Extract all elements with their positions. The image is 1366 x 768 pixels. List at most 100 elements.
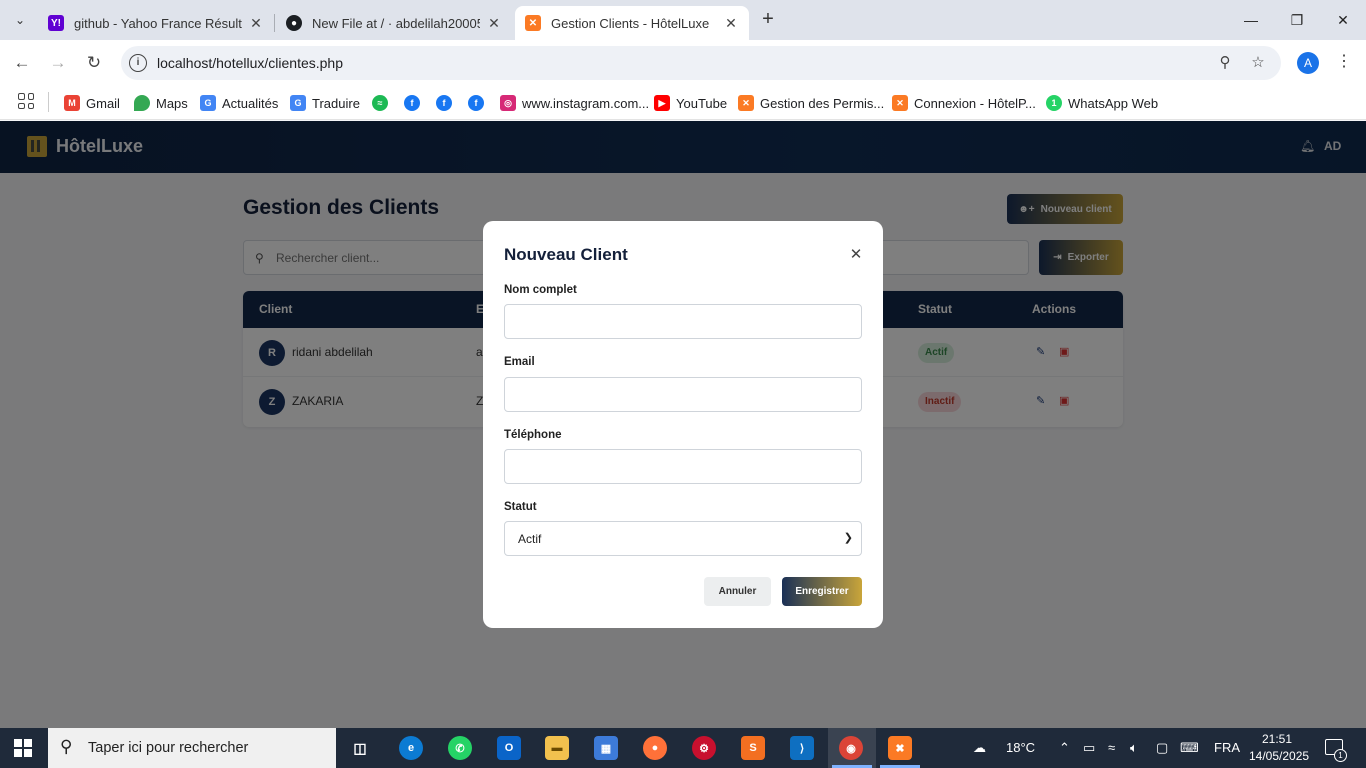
news-icon: G: [200, 95, 216, 111]
bookmark-facebook-1[interactable]: f: [404, 93, 426, 113]
status-select-value: Actif: [518, 532, 542, 546]
tab-yahoo[interactable]: Y! github - Yahoo France Résultats ✕: [38, 6, 274, 40]
chevron-up-icon[interactable]: ⌃: [1059, 740, 1070, 756]
new-tab-button[interactable]: +: [756, 8, 780, 32]
restore-button[interactable]: ❐: [1274, 0, 1320, 40]
github-icon: ●: [286, 15, 302, 31]
email-field[interactable]: [504, 377, 862, 412]
bookmark-traduire[interactable]: G Traduire: [290, 93, 360, 113]
vscode-icon[interactable]: ⟩: [790, 736, 814, 760]
tab-gestion-clients[interactable]: ✕ Gestion Clients - HôtelLuxe ✕: [515, 6, 749, 40]
close-icon[interactable]: ✕: [486, 15, 502, 32]
tab-github[interactable]: ● New File at / · abdelilah20005/a ✕: [276, 6, 512, 40]
modal-title: Nouveau Client: [504, 245, 628, 264]
phone-field[interactable]: [504, 449, 862, 484]
facebook-icon: f: [404, 95, 420, 111]
cancel-button[interactable]: Annuler: [704, 577, 771, 606]
outlook-icon[interactable]: O: [497, 736, 521, 760]
browser-menu-icon[interactable]: ⋮: [1336, 52, 1352, 74]
weather-icon[interactable]: ☁: [973, 740, 986, 756]
chevron-down-icon: ⌄: [14, 13, 26, 27]
minimize-button[interactable]: —: [1228, 0, 1274, 40]
close-icon[interactable]: ✕: [723, 15, 739, 32]
status-select[interactable]: Actif ❯: [504, 521, 862, 556]
address-bar[interactable]: i localhost/hotellux/clientes.php ⚲ ☆: [121, 46, 1281, 80]
forward-button[interactable]: →: [46, 51, 70, 75]
bookmark-star-icon[interactable]: ☆: [1248, 53, 1268, 73]
chevron-down-icon: ❯: [843, 532, 853, 544]
name-field[interactable]: [504, 304, 862, 339]
taskbar-search[interactable]: ⚲ Taper ici pour rechercher: [48, 728, 336, 768]
bookmark-maps[interactable]: Maps: [134, 93, 188, 113]
bookmark-instagram[interactable]: ◎ www.instagram.com...: [500, 93, 649, 113]
spotify-icon: ≈: [372, 95, 388, 111]
battery-icon[interactable]: ▭: [1083, 740, 1095, 756]
xampp-icon: ✕: [892, 95, 908, 111]
window-close-button[interactable]: ✕: [1320, 0, 1366, 40]
browser-toolbar: ← → ↻ i localhost/hotellux/clientes.php …: [0, 40, 1366, 86]
chrome-icon[interactable]: ◉: [839, 736, 863, 760]
yahoo-icon: Y!: [48, 15, 64, 31]
tab-strip: ⌄ Y! github - Yahoo France Résultats ✕ ●…: [0, 0, 1366, 40]
maps-icon: [134, 95, 150, 111]
bookmark-gmail[interactable]: M Gmail: [64, 93, 120, 113]
profile-avatar[interactable]: A: [1297, 52, 1319, 74]
tab-search-button[interactable]: ⌄: [6, 8, 34, 32]
bookmark-spotify[interactable]: ≈: [372, 93, 394, 113]
save-button[interactable]: Enregistrer: [782, 577, 862, 606]
app-red-icon[interactable]: ⚙: [692, 736, 716, 760]
close-icon[interactable]: ✕: [248, 15, 264, 32]
file-explorer-icon[interactable]: ▬: [545, 736, 569, 760]
apps-grid-icon[interactable]: [18, 93, 34, 109]
bookmarks-bar: M Gmail Maps G Actualités G Traduire ≈ f f …: [0, 86, 1366, 120]
firefox-icon[interactable]: ●: [643, 736, 667, 760]
xampp-icon[interactable]: ✖: [888, 736, 912, 760]
close-icon[interactable]: ✕: [849, 245, 863, 263]
bookmark-gestion-permis[interactable]: ✕ Gestion des Permis...: [738, 93, 884, 113]
bookmark-facebook-3[interactable]: f: [468, 93, 490, 113]
back-button[interactable]: ←: [10, 51, 34, 75]
temperature[interactable]: 18°C: [1006, 740, 1035, 755]
phone-label: Téléphone: [504, 429, 562, 441]
whatsapp-icon[interactable]: ✆: [448, 736, 472, 760]
search-icon: ⚲: [60, 737, 73, 756]
bookmark-youtube[interactable]: ▶ YouTube: [654, 93, 727, 113]
bookmark-actualites[interactable]: G Actualités: [200, 93, 278, 113]
time: 21:51: [1261, 732, 1293, 746]
edge-icon[interactable]: e: [399, 736, 423, 760]
meet-icon[interactable]: ▢: [1156, 740, 1168, 756]
keyboard-icon[interactable]: ⌨: [1180, 740, 1199, 756]
taskbar: ⚲ Taper ici pour rechercher ◫ e ✆ O ▬ ▦ …: [0, 728, 1366, 768]
new-client-modal: Nouveau Client ✕ Nom complet Email Télép…: [483, 221, 883, 628]
bookmark-whatsapp[interactable]: 1 WhatsApp Web: [1046, 93, 1158, 113]
youtube-icon: ▶: [654, 95, 670, 111]
zoom-icon[interactable]: ⚲: [1215, 53, 1235, 73]
sublime-icon[interactable]: S: [741, 736, 765, 760]
language-indicator[interactable]: FRA: [1214, 740, 1240, 755]
bookmark-connexion[interactable]: ✕ Connexion - HôtelP...: [892, 93, 1036, 113]
facebook-icon: f: [468, 95, 484, 111]
gmail-icon: M: [64, 95, 80, 111]
wifi-icon[interactable]: ≈: [1108, 740, 1115, 755]
xampp-icon: ✕: [738, 95, 754, 111]
store-icon[interactable]: ▦: [594, 736, 618, 760]
volume-icon[interactable]: 🔈︎: [1130, 740, 1138, 756]
date: 14/05/2025: [1249, 749, 1310, 763]
whatsapp-icon: 1: [1046, 95, 1062, 111]
facebook-icon: f: [436, 95, 452, 111]
notification-count: 1: [1334, 749, 1347, 762]
bookmark-facebook-2[interactable]: f: [436, 93, 458, 113]
task-view-icon[interactable]: ◫: [348, 736, 372, 760]
status-label: Statut: [504, 501, 537, 513]
url-text[interactable]: localhost/hotellux/clientes.php: [157, 55, 343, 71]
translate-icon: G: [290, 95, 306, 111]
clock[interactable]: 21:51 14/05/2025: [1249, 731, 1310, 765]
windows-start-icon[interactable]: [14, 739, 32, 757]
site-info-icon[interactable]: i: [129, 54, 147, 72]
xampp-icon: ✕: [525, 15, 541, 31]
bookmarks-separator: [48, 92, 49, 112]
tab-separator: [274, 14, 275, 32]
name-label: Nom complet: [504, 284, 577, 296]
reload-button[interactable]: ↻: [82, 51, 106, 75]
web-page: HôtelLuxe 🔔︎ AD Gestion des Clients ☻+ N…: [0, 121, 1366, 728]
